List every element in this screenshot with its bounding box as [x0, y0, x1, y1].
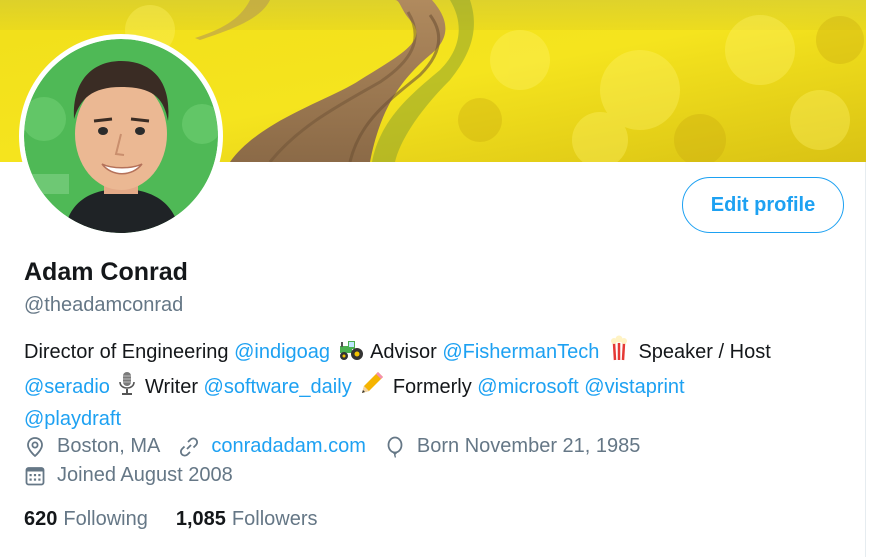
profile-website[interactable]: conradadam.com	[178, 435, 366, 458]
location-pin-icon	[24, 436, 46, 458]
profile-bio: Director of Engineering @indigoag Adviso…	[24, 335, 854, 434]
popcorn-emoji	[607, 335, 631, 370]
following-label: Following	[63, 508, 148, 530]
location-text: Boston, MA	[57, 435, 161, 457]
followers-link[interactable]: 1,085 Followers	[176, 508, 318, 531]
link-icon	[178, 436, 200, 458]
profile-birthday: Born November 21, 1985	[384, 435, 640, 458]
mention-link[interactable]: @microsoft	[477, 376, 578, 398]
following-link[interactable]: 620 Following	[24, 508, 148, 531]
mention-link[interactable]: @indigoag	[234, 341, 330, 363]
profile-card: Edit profile Adam Conrad @theadamconrad …	[0, 0, 866, 557]
followers-count: 1,085	[175, 508, 226, 530]
following-count: 620	[24, 508, 58, 530]
calendar-icon	[24, 465, 46, 487]
followers-label: Followers	[231, 508, 318, 530]
profile-name: Adam Conrad	[24, 258, 188, 286]
profile-stats: 620 Following 1,085 Followers	[24, 508, 346, 531]
profile-handle: @theadamconrad	[24, 294, 184, 316]
birthday-text: Born November 21, 1985	[416, 435, 641, 457]
edit-profile-button[interactable]: Edit profile	[682, 177, 844, 233]
joined-text: Joined August 2008	[57, 464, 233, 486]
bio-text: Speaker / Host	[638, 341, 771, 363]
profile-meta-row: Joined August 2008	[24, 464, 251, 487]
mention-link[interactable]: @FishermanTech	[442, 341, 599, 363]
microphone-emoji	[117, 370, 137, 405]
mention-link[interactable]: @software_daily	[204, 376, 352, 398]
profile-avatar[interactable]	[19, 34, 223, 238]
bio-text: Writer	[139, 376, 204, 398]
tractor-emoji	[338, 339, 364, 370]
profile-joined: Joined August 2008	[24, 464, 233, 487]
mention-link[interactable]: @seradio	[24, 376, 110, 398]
pencil-emoji	[359, 370, 385, 405]
website-link[interactable]: conradadam.com	[211, 435, 366, 458]
bio-text: Director of Engineering	[24, 341, 235, 363]
profile-location: Boston, MA	[24, 435, 160, 458]
bio-text: Formerly	[387, 376, 478, 398]
profile-meta-row: Boston, MA conradadam.com Born November …	[24, 435, 658, 458]
mention-link[interactable]: @playdraft	[24, 408, 121, 430]
balloon-icon	[384, 436, 406, 458]
bio-text: Advisor	[365, 341, 443, 363]
mention-link[interactable]: @vistaprint	[584, 376, 684, 398]
